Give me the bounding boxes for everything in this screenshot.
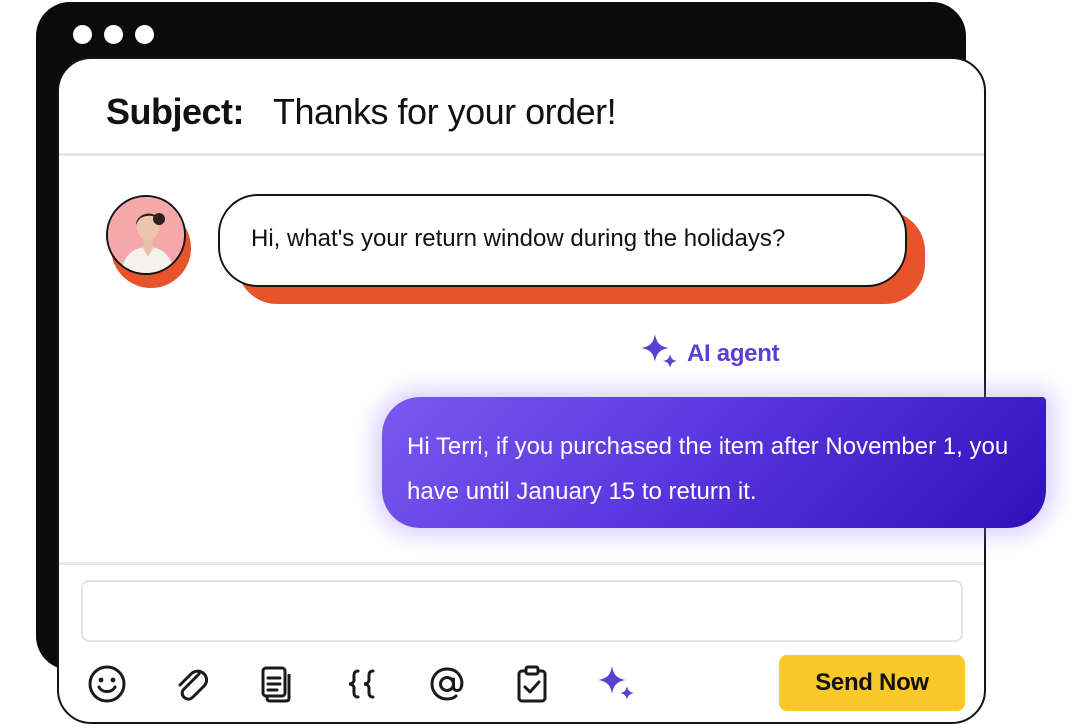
sparkle-icon[interactable]	[595, 662, 639, 706]
customer-message-bubble: Hi, what's your return window during the…	[218, 194, 907, 287]
window-control-dot[interactable]	[73, 25, 92, 44]
emoji-icon[interactable]	[85, 662, 129, 706]
customer-message-text: Hi, what's your return window during the…	[251, 225, 786, 252]
clipboard-check-icon[interactable]	[510, 662, 554, 706]
customer-avatar	[106, 195, 186, 275]
subject-value: Thanks for your order!	[273, 91, 617, 132]
ai-message-text: Hi Terri, if you purchased the item afte…	[407, 433, 1009, 505]
email-window: Subject: Thanks for your order! Hi, what…	[57, 57, 986, 724]
paperclip-icon[interactable]	[170, 662, 214, 706]
at-sign-icon[interactable]	[425, 662, 469, 706]
composer-divider	[59, 562, 984, 565]
compose-input[interactable]	[81, 580, 963, 642]
send-now-button[interactable]: Send Now	[779, 655, 965, 711]
window-control-dot[interactable]	[135, 25, 154, 44]
subject-label: Subject:	[106, 91, 245, 132]
curly-braces-icon[interactable]	[340, 662, 384, 706]
sparkle-icon	[641, 334, 677, 368]
ai-agent-text: AI agent	[687, 340, 780, 367]
document-icon[interactable]	[255, 662, 299, 706]
window-control-dot[interactable]	[104, 25, 123, 44]
ai-message-bubble: Hi Terri, if you purchased the item afte…	[382, 397, 1046, 528]
subject-bar: Subject: Thanks for your order!	[59, 59, 984, 156]
